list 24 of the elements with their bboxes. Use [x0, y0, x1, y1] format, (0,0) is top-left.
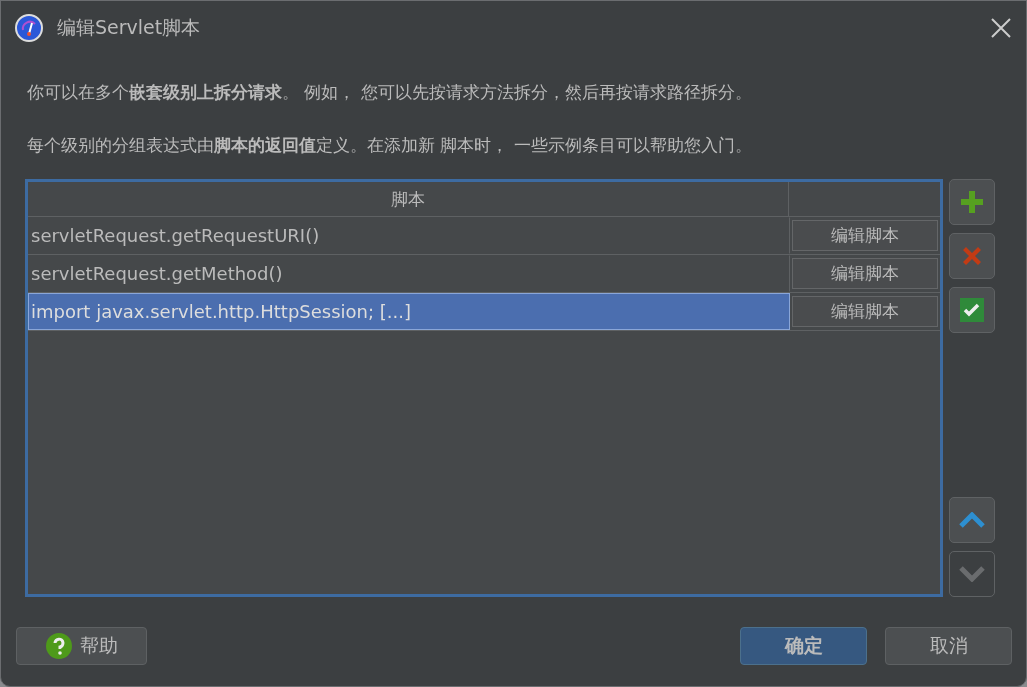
- close-icon[interactable]: [990, 17, 1012, 39]
- edit-script-button[interactable]: 编辑脚本: [792, 258, 938, 289]
- remove-button[interactable]: [949, 233, 995, 279]
- description-text: 每个级别的分组表达式由脚本的返回值定义。在添加新 脚本时， 一些示例条目可以帮助您入门。: [27, 134, 753, 157]
- ok-button[interactable]: 确定: [740, 627, 867, 665]
- plus-icon: [960, 190, 984, 214]
- edit-script-button[interactable]: 编辑脚本: [792, 220, 938, 251]
- description-text: 你可以在多个嵌套级别上拆分请求。 例如， 您可以先按请求方法拆分，然后再按请求路径拆分。: [27, 81, 753, 104]
- help-icon: [45, 633, 72, 659]
- help-button[interactable]: 帮助: [16, 627, 147, 665]
- table-cell[interactable]: servletRequest.getRequestURI(): [28, 217, 790, 254]
- window-title: 编辑Servlet脚本: [57, 15, 201, 40]
- table-cell[interactable]: servletRequest.getMethod(): [28, 255, 790, 292]
- gauge-icon: [15, 14, 43, 42]
- chevron-down-icon: [959, 566, 985, 582]
- check-button[interactable]: [949, 287, 995, 333]
- checkbox-icon: [960, 298, 984, 322]
- cancel-button[interactable]: 取消: [885, 627, 1012, 665]
- up-button[interactable]: [949, 497, 995, 543]
- chevron-up-icon: [959, 512, 985, 528]
- column-header: 脚本: [28, 182, 789, 216]
- edit-script-button[interactable]: 编辑脚本: [792, 296, 938, 327]
- add-button[interactable]: [949, 179, 995, 225]
- table-cell[interactable]: import javax.servlet.http.HttpSession; [...]: [28, 293, 790, 330]
